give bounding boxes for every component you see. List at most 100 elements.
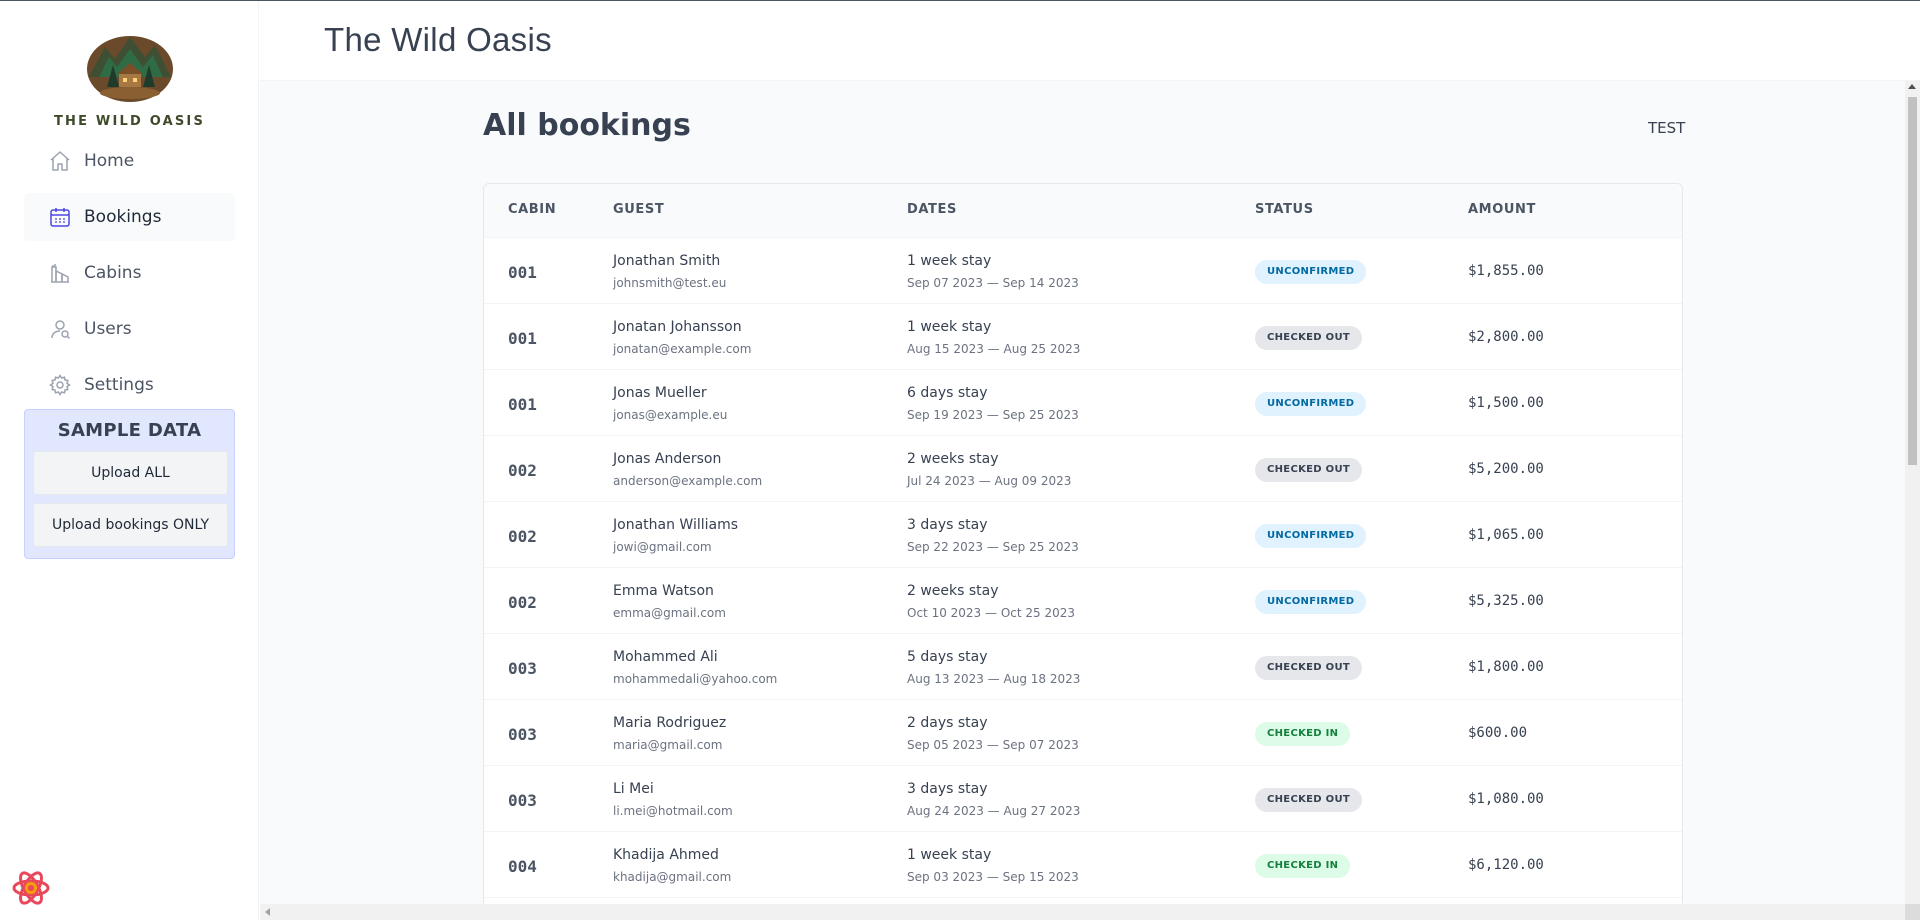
status-badge: CHECKED IN	[1255, 854, 1351, 878]
nav-label: Cabins	[84, 263, 142, 283]
logo	[85, 33, 175, 103]
booking-amount: $5,200.00	[1468, 461, 1544, 477]
scrollbar-thumb[interactable]	[1908, 97, 1917, 465]
guest-name: Jonatan Johansson	[613, 319, 742, 335]
table-row[interactable]: 001 Jonatan Johansson jonatan@example.com 1…	[484, 304, 1682, 370]
upload-bookings-button[interactable]: Upload bookings ONLY	[33, 503, 228, 547]
horizontal-scrollbar[interactable]	[260, 904, 1905, 920]
stay-length: 1 week stay	[907, 319, 992, 335]
table-row[interactable]: 003 Li Mei li.mei@hotmail.com 3 days stay Au…	[484, 766, 1682, 832]
stay-length: 5 days stay	[907, 649, 988, 665]
nav-item-settings[interactable]: Settings	[24, 361, 235, 409]
date-range: Sep 07 2023 — Sep 14 2023	[907, 276, 1079, 290]
gear-icon	[48, 373, 72, 397]
status-badge: CHECKED OUT	[1255, 656, 1362, 680]
table-row[interactable]: 001 Jonathan Smith johnsmith@test.eu 1 week…	[484, 238, 1682, 304]
filter-label[interactable]: TEST	[1648, 119, 1685, 137]
guest-email: johnsmith@test.eu	[613, 276, 727, 290]
booking-amount: $1,080.00	[1468, 791, 1544, 807]
status-badge: CHECKED IN	[1255, 722, 1351, 746]
guest-name: Khadija Ahmed	[613, 847, 719, 863]
stay-length: 6 days stay	[907, 385, 988, 401]
date-range: Sep 05 2023 — Sep 07 2023	[907, 738, 1079, 752]
users-icon	[48, 317, 72, 341]
nav-item-home[interactable]: Home	[24, 137, 235, 185]
upload-all-button[interactable]: Upload ALL	[33, 451, 228, 495]
date-range: Jul 24 2023 — Aug 09 2023	[907, 474, 1072, 488]
column-header-amount: AMOUNT	[1468, 202, 1536, 217]
guest-email: jonatan@example.com	[613, 342, 752, 356]
scroll-left-arrow[interactable]	[265, 908, 270, 916]
status-badge: UNCONFIRMED	[1255, 590, 1367, 614]
booking-amount: $1,800.00	[1468, 659, 1544, 675]
app-header: The Wild Oasis	[260, 1, 1920, 81]
table-row[interactable]: 002 Emma Watson emma@gmail.com 2 weeks stay…	[484, 568, 1682, 634]
cabins-icon	[48, 261, 72, 285]
bookings-table: CABIN GUEST DATES STATUS AMOUNT 001 Jonat…	[483, 183, 1683, 904]
nav-label: Settings	[84, 375, 154, 395]
status-badge: CHECKED OUT	[1255, 326, 1362, 350]
date-range: Aug 15 2023 — Aug 25 2023	[907, 342, 1081, 356]
stay-length: 2 days stay	[907, 715, 988, 731]
table-row[interactable]: 003 Mohammed Ali mohammedali@yahoo.com 5 da…	[484, 634, 1682, 700]
sample-data-title: SAMPLE DATA	[57, 420, 202, 441]
stay-length: 3 days stay	[907, 517, 988, 533]
guest-name: Jonas Mueller	[613, 385, 707, 401]
cabin-number: 003	[508, 791, 537, 810]
table-row[interactable]: 003 Maria Rodriguez maria@gmail.com 2 days …	[484, 700, 1682, 766]
date-range: Sep 03 2023 — Sep 15 2023	[907, 870, 1079, 884]
table-row[interactable]: 004 Khadija Ahmed khadija@gmail.com 1 week …	[484, 832, 1682, 898]
stay-length: 2 weeks stay	[907, 583, 999, 599]
cabin-number: 001	[508, 263, 537, 282]
date-range: Aug 24 2023 — Aug 27 2023	[907, 804, 1081, 818]
guest-name: Maria Rodriguez	[613, 715, 727, 731]
guest-name: Jonathan Smith	[613, 253, 721, 269]
date-range: Sep 19 2023 — Sep 25 2023	[907, 408, 1079, 422]
cabin-number: 002	[508, 593, 537, 612]
column-header-guest: GUEST	[613, 202, 665, 217]
status-badge: UNCONFIRMED	[1255, 392, 1367, 416]
nav-item-users[interactable]: Users	[24, 305, 235, 353]
guest-email: khadija@gmail.com	[613, 870, 732, 884]
booking-amount: $600.00	[1468, 725, 1528, 741]
guest-email: mohammedali@yahoo.com	[613, 672, 778, 686]
react-devtools-icon[interactable]	[10, 867, 52, 909]
guest-email: jowi@gmail.com	[613, 540, 712, 554]
sample-data-panel: SAMPLE DATA Upload ALL Upload bookings O…	[24, 409, 235, 559]
main-nav: Home Bookings Cabins Users Settings	[24, 137, 235, 417]
booking-amount: $6,120.00	[1468, 857, 1544, 873]
stay-length: 3 days stay	[907, 781, 988, 797]
brand-name: THE WILD OASIS	[53, 114, 206, 129]
guest-name: Emma Watson	[613, 583, 714, 599]
booking-amount: $1,500.00	[1468, 395, 1544, 411]
booking-amount: $5,325.00	[1468, 593, 1544, 609]
table-row[interactable]: 002 Jonas Anderson anderson@example.com 2 w…	[484, 436, 1682, 502]
main-content: All bookings TEST CABIN GUEST DATES STAT…	[260, 81, 1905, 904]
cabin-number: 004	[508, 857, 537, 876]
stay-length: 1 week stay	[907, 253, 992, 269]
cabin-number: 003	[508, 659, 537, 678]
status-badge: CHECKED OUT	[1255, 458, 1362, 482]
home-icon	[48, 149, 72, 173]
stay-length: 1 week stay	[907, 847, 992, 863]
table-row[interactable]: 001 Jonas Mueller jonas@example.eu 6 days s…	[484, 370, 1682, 436]
date-range: Oct 10 2023 — Oct 25 2023	[907, 606, 1075, 620]
guest-name: Mohammed Ali	[613, 649, 718, 665]
vertical-scrollbar[interactable]	[1905, 81, 1920, 904]
nav-item-bookings[interactable]: Bookings	[24, 193, 235, 241]
booking-amount: $1,065.00	[1468, 527, 1544, 543]
nav-label: Users	[84, 319, 132, 339]
nav-item-cabins[interactable]: Cabins	[24, 249, 235, 297]
nav-label: Home	[84, 151, 135, 171]
page-title: All bookings	[483, 108, 691, 143]
guest-email: emma@gmail.com	[613, 606, 726, 620]
guest-email: jonas@example.eu	[613, 408, 728, 422]
date-range: Sep 22 2023 — Sep 25 2023	[907, 540, 1079, 554]
status-badge: UNCONFIRMED	[1255, 524, 1367, 548]
date-range: Aug 13 2023 — Aug 18 2023	[907, 672, 1081, 686]
table-row[interactable]: 002 Jonathan Williams jowi@gmail.com 3 days…	[484, 502, 1682, 568]
app-title: The Wild Oasis	[324, 21, 552, 58]
scroll-up-arrow[interactable]	[1908, 84, 1916, 89]
guest-name: Li Mei	[613, 781, 654, 797]
guest-email: li.mei@hotmail.com	[613, 804, 733, 818]
